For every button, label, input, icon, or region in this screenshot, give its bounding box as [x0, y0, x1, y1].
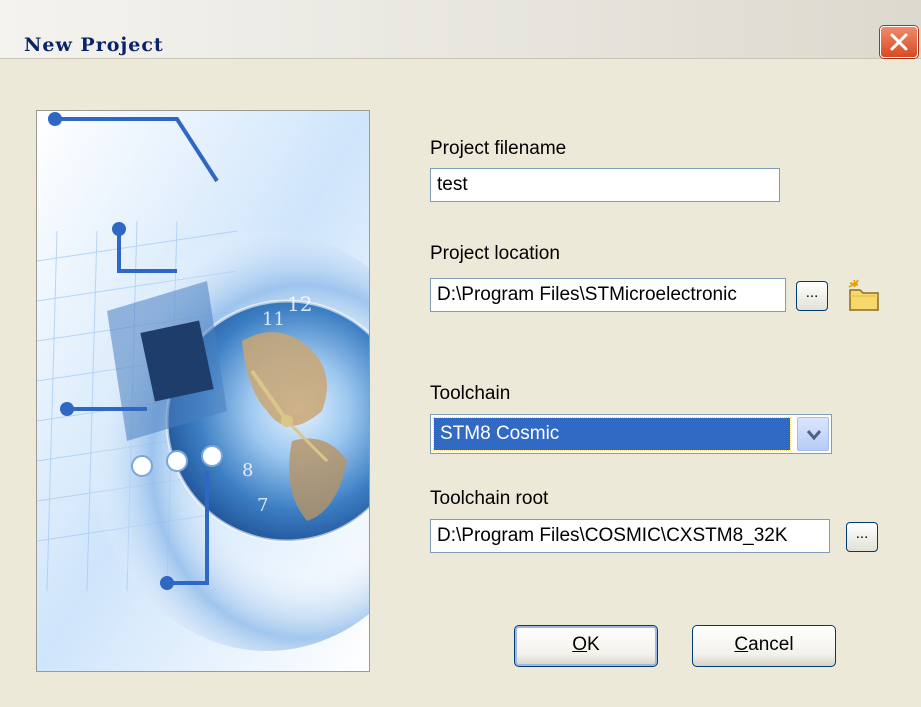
project-location-input[interactable]: D:\Program Files\STMicroelectronic [430, 278, 786, 312]
new-folder-button[interactable] [846, 278, 882, 314]
cancel-label-rest: ancel [748, 634, 794, 655]
ok-label-rest: K [587, 634, 600, 655]
svg-text:7: 7 [257, 495, 268, 516]
window-title: New Project [24, 34, 164, 56]
cancel-mnemonic: C [734, 634, 749, 655]
new-folder-icon [848, 279, 879, 311]
toolchain-label: Toolchain [430, 383, 511, 404]
toolchain-root-label: Toolchain root [430, 488, 549, 509]
ok-mnemonic: O [572, 634, 588, 655]
toolchain-root-input[interactable]: D:\Program Files\COSMIC\CXSTM8_32K [430, 519, 830, 553]
project-location-label: Project location [430, 243, 560, 264]
wizard-illustration: 12 11 8 7 [36, 110, 370, 672]
ok-button[interactable]: OK [514, 625, 658, 667]
close-button[interactable] [880, 26, 918, 58]
title-bar: New Project [0, 0, 921, 59]
project-filename-input[interactable]: test [430, 168, 780, 202]
toolchain-select[interactable]: STM8 Cosmic [430, 414, 832, 454]
toolchain-selected-value: STM8 Cosmic [433, 417, 791, 451]
toolchain-root-browse-button[interactable]: ... [846, 522, 878, 552]
project-filename-label: Project filename [430, 138, 567, 159]
svg-text:11: 11 [262, 309, 285, 330]
cancel-button[interactable]: Cancel [692, 625, 836, 667]
toolchain-dropdown-button[interactable] [797, 417, 829, 451]
svg-text:12: 12 [287, 292, 312, 316]
svg-text:8: 8 [242, 460, 253, 481]
project-location-browse-button[interactable]: ... [796, 281, 828, 311]
chevron-down-icon [806, 430, 822, 441]
close-icon [890, 33, 908, 51]
